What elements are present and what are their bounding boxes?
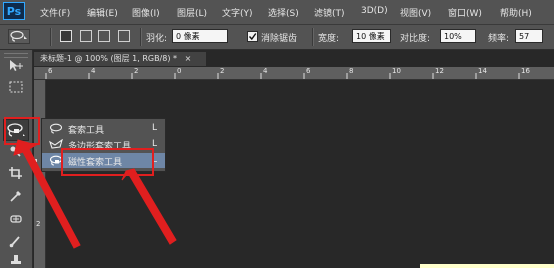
annotation-arrows xyxy=(13,139,177,249)
annotation-arrow-left xyxy=(13,139,81,249)
annotation-arrow-right xyxy=(121,168,177,245)
